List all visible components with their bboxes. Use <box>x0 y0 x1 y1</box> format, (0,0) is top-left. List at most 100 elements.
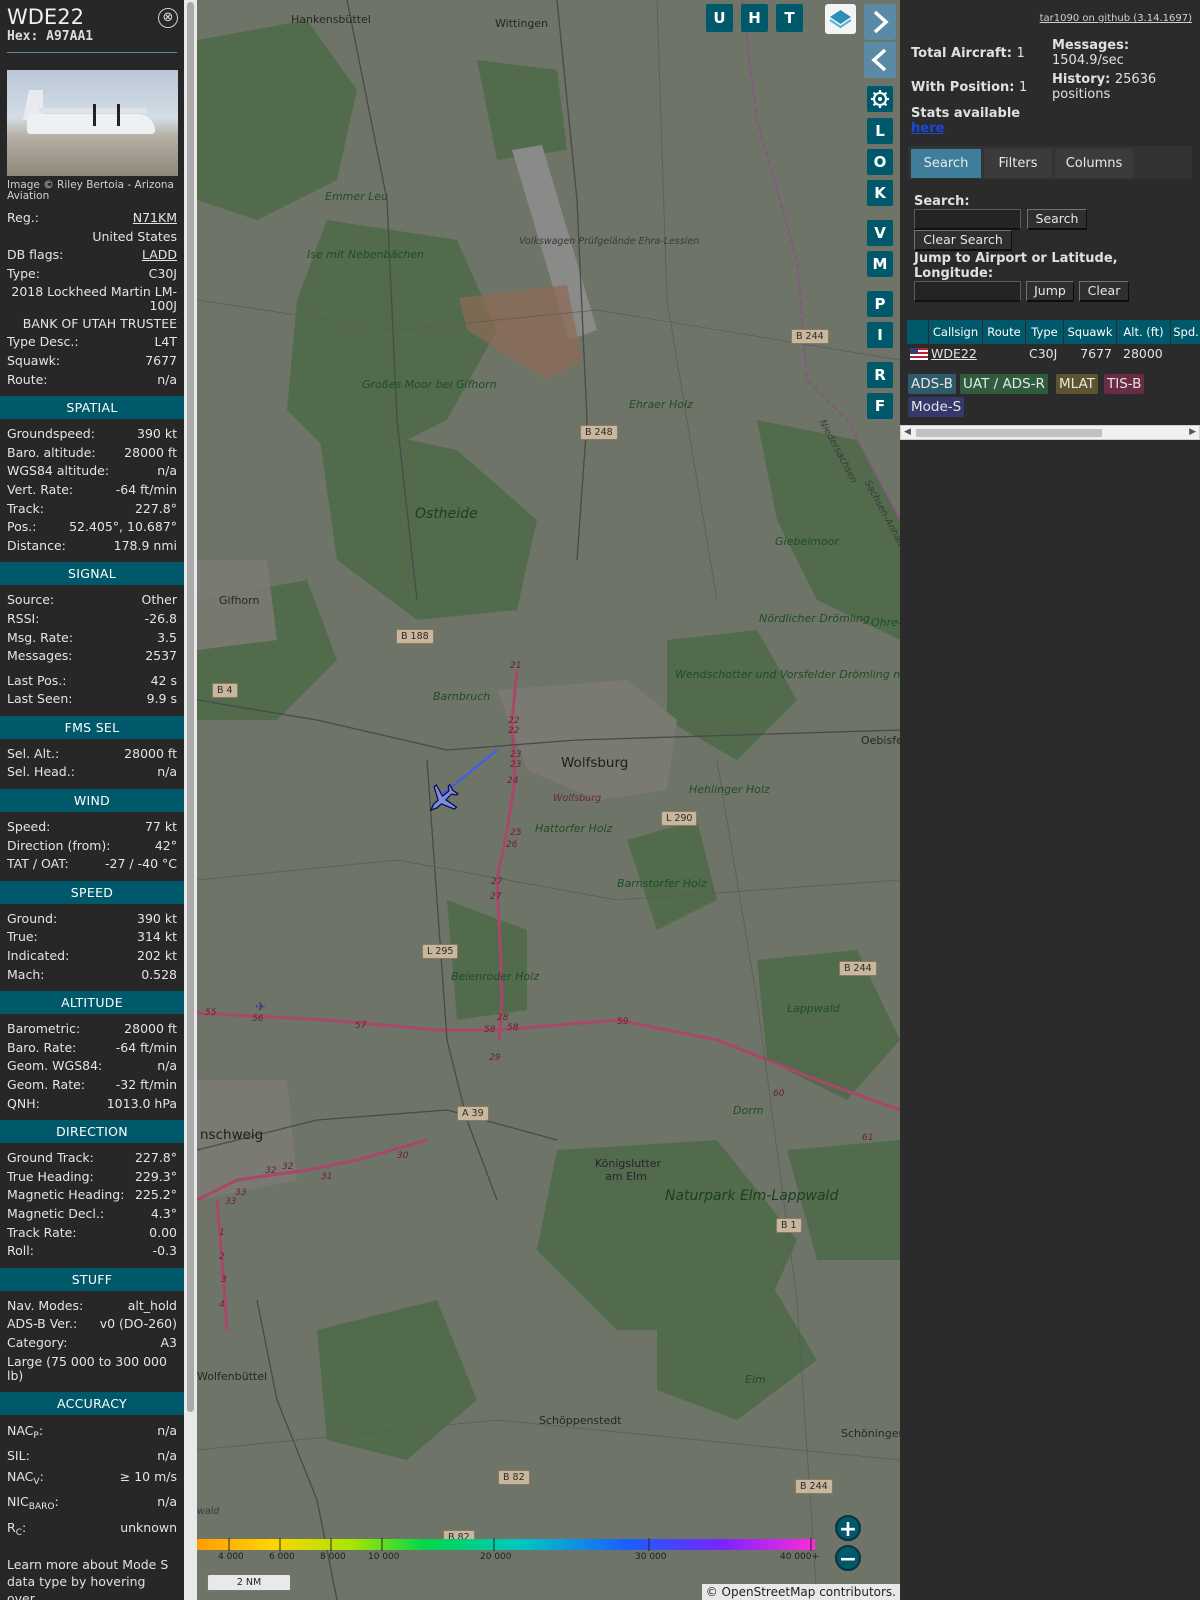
source-tag-mlat[interactable]: MLAT <box>1056 374 1098 394</box>
info-row-value: 227.8° <box>134 500 177 516</box>
section-fms-sel: FMS SEL <box>0 715 184 739</box>
collapse-sidebar-button[interactable] <box>864 4 896 40</box>
aircraft-photo[interactable] <box>7 70 178 176</box>
alt-tick-label: 8 000 <box>320 1552 346 1562</box>
info-fms-rows: Sel. Alt.: 28000 ft Sel. Head.: n/a <box>0 745 184 782</box>
road-label: A 39 <box>457 1106 489 1121</box>
junction-label: 56 <box>252 1014 264 1024</box>
flag-column-header[interactable] <box>907 320 928 344</box>
section-wind: WIND <box>0 789 184 813</box>
cell-callsign[interactable]: WDE22 <box>929 345 982 363</box>
column-header-callsign[interactable]: Callsign <box>929 320 982 344</box>
toggle-l-button[interactable]: L <box>867 118 893 144</box>
info-row-value[interactable]: N71KM <box>133 209 177 228</box>
place-label: Lappwald <box>787 1002 840 1015</box>
tab-columns[interactable]: Columns <box>1055 149 1133 178</box>
place-label: Beienroder Holz <box>451 970 539 983</box>
info-row-label: Track Rate: <box>7 1224 77 1240</box>
table-row[interactable]: WDE22 C30J 7677 28000 <box>907 345 1200 363</box>
info-row-colon: : <box>39 1468 44 1484</box>
info-row: Baro. altitude: 28000 ft <box>7 444 177 463</box>
messages-label: Messages: <box>1052 38 1130 53</box>
info-row-value: United States <box>92 228 177 244</box>
column-header-route[interactable]: Route <box>983 320 1025 344</box>
source-tag-uat[interactable]: UAT / ADS-R <box>960 374 1048 394</box>
info-row-label: Indicated: <box>7 948 70 964</box>
scrollbar-thumb[interactable] <box>187 2 194 1412</box>
info-signal-rows: Source: Other RSSI: -26.8 Msg. Rate: 3.5 Messa… <box>0 591 184 709</box>
info-row-label: Geom. WGS84: <box>7 1058 103 1074</box>
info-row-value: unknown <box>120 1519 177 1535</box>
info-row: Distance: 178.9 nmi <box>7 537 177 556</box>
map-attribution[interactable]: © OpenStreetMap contributors. <box>701 1584 900 1600</box>
section-accuracy: ACCURACY <box>0 1391 184 1415</box>
info-panel-scrollbar[interactable] <box>184 0 197 1600</box>
info-row-value: n/a <box>157 371 177 387</box>
settings-button[interactable] <box>867 86 893 112</box>
column-header-type[interactable]: Type <box>1026 320 1063 344</box>
info-altitude-rows: Barometric: 28000 ft Baro. Rate: -64 ft/min… <box>0 1020 184 1113</box>
github-link[interactable]: tar1090 on github (3.14.1697) <box>1040 13 1192 24</box>
toggle-v-button[interactable]: V <box>867 220 893 246</box>
info-row: Source: Other <box>7 591 177 610</box>
info-row: Large (75 000 to 300 000 lb) <box>7 1353 177 1385</box>
toggle-p-button[interactable]: P <box>867 291 893 317</box>
chevron-right-icon <box>873 10 889 34</box>
close-icon[interactable]: ⊗ <box>158 8 178 28</box>
toggle-i-button[interactable]: I <box>867 322 893 348</box>
info-row-label: Large (75 000 to 300 000 lb) <box>7 1353 167 1383</box>
place-label: Hankensbüttel <box>291 13 371 26</box>
source-tag-modes[interactable]: Mode-S <box>908 397 965 417</box>
zoom-out-button[interactable]: − <box>835 1545 861 1572</box>
jump-button[interactable]: Jump <box>1026 281 1074 302</box>
scrollbar-thumb[interactable] <box>916 429 1102 437</box>
info-row: Geom. Rate: -32 ft/min <box>7 1076 177 1095</box>
stats-here-link[interactable]: here <box>911 121 1020 136</box>
scroll-left-arrow-icon[interactable]: ◀ <box>904 427 911 437</box>
cell-squawk: 7677 <box>1080 346 1112 361</box>
tab-filters[interactable]: Filters <box>984 149 1052 178</box>
scroll-right-arrow-icon[interactable]: ▶ <box>1189 427 1196 437</box>
column-header-squawk[interactable]: Squawk <box>1064 320 1116 344</box>
jump-input[interactable] <box>914 281 1021 302</box>
toggle-m-button[interactable]: M <box>867 251 893 277</box>
info-row: Magnetic Decl.: 4.3° <box>7 1205 177 1224</box>
zoom-in-button[interactable]: + <box>835 1515 861 1542</box>
place-label: Barnbruch <box>433 690 491 703</box>
info-row-value[interactable]: LADD <box>142 246 177 265</box>
source-tag-adsb[interactable]: ADS-B <box>908 374 956 394</box>
junction-label: 1 <box>219 1228 225 1238</box>
column-header-speed[interactable]: Spd. <box>1171 320 1200 344</box>
table-header: Callsign Route Type Squawk Alt. (ft) Spd… <box>907 320 1200 344</box>
clear-button[interactable]: Clear <box>1079 281 1129 302</box>
info-row-colon: : <box>21 1519 27 1535</box>
search-button[interactable]: Search <box>1027 209 1087 230</box>
aircraft-marker-icon[interactable] <box>424 782 460 818</box>
toggle-r-button[interactable]: R <box>867 362 893 388</box>
column-header-altitude[interactable]: Alt. (ft) <box>1117 320 1170 344</box>
clear-search-button[interactable]: Clear Search <box>914 230 1012 251</box>
map-view[interactable]: ✈ Hankensbüttel Wittingen Emmer Leu Ise … <box>197 0 900 1600</box>
toggle-u-button[interactable]: U <box>706 4 733 32</box>
expand-sidebar-button[interactable] <box>864 42 896 78</box>
info-row-label: Route: <box>7 371 48 387</box>
info-row-label: Mach: <box>7 966 45 982</box>
toggle-o-button[interactable]: O <box>867 149 893 175</box>
toggle-t-button[interactable]: T <box>776 4 803 32</box>
info-row: Type Desc.: L4T <box>7 333 177 352</box>
search-input[interactable] <box>914 209 1021 230</box>
toggle-h-button[interactable]: H <box>741 4 768 32</box>
toggle-f-button[interactable]: F <box>867 393 893 419</box>
road-label: L 295 <box>422 944 459 959</box>
place-label: Giebelmoor <box>775 535 839 548</box>
info-row: Ground: 390 kt <box>7 910 177 929</box>
layers-button[interactable] <box>825 4 856 34</box>
source-tag-tisb[interactable]: TIS-B <box>1104 374 1145 394</box>
toggle-k-button[interactable]: K <box>867 180 893 206</box>
info-row-value: 227.8° <box>134 1150 177 1166</box>
info-row: Mach: 0.528 <box>7 966 177 985</box>
info-row-value: n/a <box>157 1058 177 1074</box>
tab-search[interactable]: Search <box>911 149 981 178</box>
table-horizontal-scrollbar[interactable]: ◀ ▶ <box>900 425 1200 440</box>
info-row-value: A3 <box>160 1334 177 1350</box>
